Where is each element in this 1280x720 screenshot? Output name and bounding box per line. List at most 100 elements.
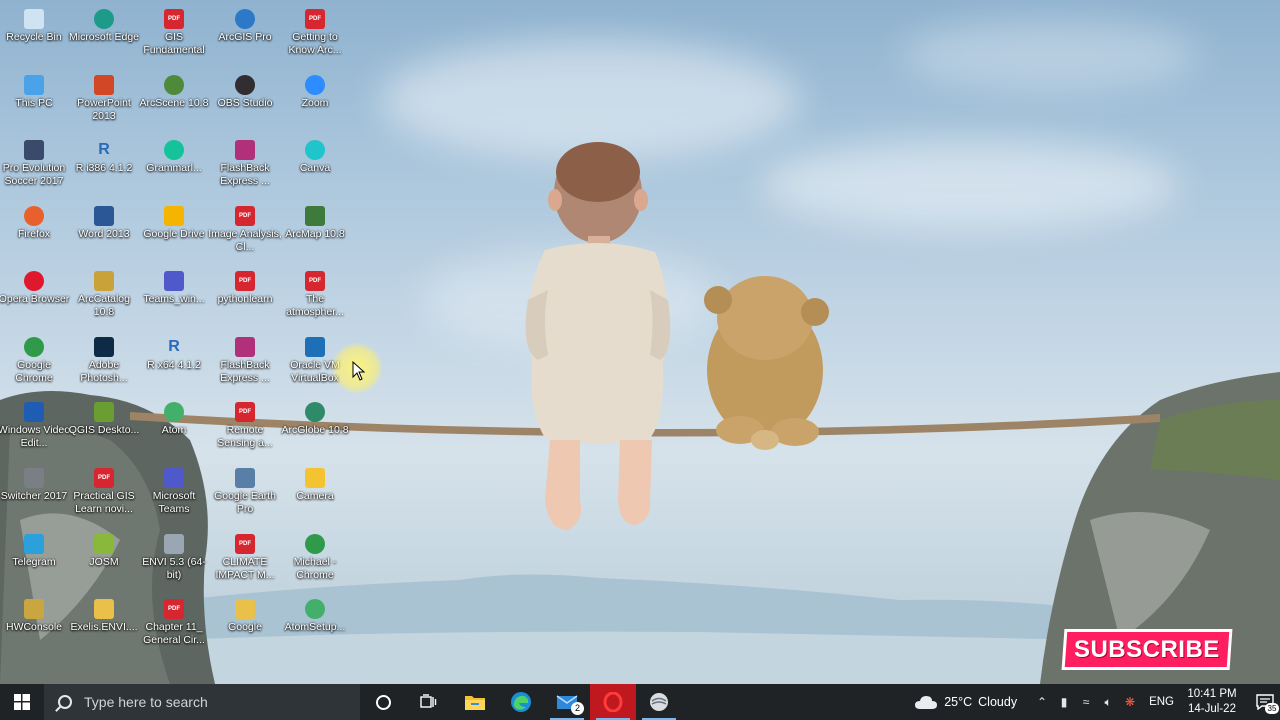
taskbar-opera[interactable]: [590, 684, 636, 720]
desktop-shortcut[interactable]: PDF Practical GIS Learn novi...: [67, 462, 141, 524]
search-icon: [58, 695, 72, 709]
desktop-shortcut[interactable]: Grammarl...: [137, 134, 211, 196]
desktop-shortcut-label: QGIS Deskto...: [68, 424, 140, 436]
desktop-shortcut[interactable]: FlashBack Express ...: [208, 134, 282, 196]
desktop-shortcut[interactable]: Adobe Photosh...: [67, 331, 141, 393]
mouse-cursor-icon: [352, 361, 366, 381]
wifi-icon[interactable]: ≈: [1075, 695, 1097, 709]
battery-icon[interactable]: ▮: [1053, 695, 1075, 709]
desktop-shortcut[interactable]: Michael - Chrome: [278, 528, 352, 590]
desktop-shortcut[interactable]: Word 2013: [67, 200, 141, 262]
desktop-shortcut[interactable]: PDF pythonlearn: [208, 265, 282, 327]
app-tray-icon[interactable]: ❋: [1119, 695, 1141, 709]
desktop-shortcut[interactable]: PDF Image Analysis, Cl...: [208, 200, 282, 262]
desktop-shortcut[interactable]: PDF Remote Sensing a...: [208, 396, 282, 458]
desktop-shortcut-label: ArcGlobe 10.8: [281, 424, 349, 436]
desktop-shortcut[interactable]: R R i386 4.1.2: [67, 134, 141, 196]
atom-icon: [305, 599, 325, 619]
desktop-shortcut[interactable]: Firefox: [0, 200, 71, 262]
taskbar-arcgis-pro[interactable]: [636, 684, 682, 720]
desktop-shortcut[interactable]: PDF Getting to Know Arc...: [278, 3, 352, 65]
desktop-shortcut[interactable]: Microsoft Teams: [137, 462, 211, 524]
language-indicator[interactable]: ENG: [1149, 696, 1174, 708]
desktop-shortcut[interactable]: JOSM: [67, 528, 141, 590]
r-icon: R: [98, 141, 110, 158]
chevron-up-icon[interactable]: ⌃: [1031, 695, 1053, 709]
weather-temperature: 25°C: [944, 695, 973, 709]
cortana-button[interactable]: [360, 684, 406, 720]
desktop-shortcut[interactable]: ArcCatalog 10.8: [67, 265, 141, 327]
search-placeholder: Type here to search: [84, 694, 208, 710]
desktop-shortcut[interactable]: HWConsole: [0, 593, 71, 655]
subscribe-button[interactable]: SUBSCRIBE: [1061, 629, 1233, 670]
atom-icon: [164, 402, 184, 422]
clock[interactable]: 10:41 PM 14-Jul-22: [1182, 687, 1242, 717]
recycle-bin-icon: [24, 9, 44, 29]
taskbar-file-explorer[interactable]: [452, 684, 498, 720]
start-button[interactable]: [0, 684, 44, 720]
telegram-icon: [24, 534, 44, 554]
canva-icon: [305, 140, 325, 160]
desktop-shortcut[interactable]: R R x64 4.1.2: [137, 331, 211, 393]
desktop-shortcut-label: Word 2013: [78, 228, 130, 240]
desktop-shortcut[interactable]: Exelis.ENVI....: [67, 593, 141, 655]
desktop-shortcut-label: Zoom: [301, 97, 329, 109]
desktop-shortcut-label: ArcGIS Pro: [218, 31, 272, 43]
switcher-icon: [24, 468, 44, 488]
desktop-shortcut[interactable]: Google Drive: [137, 200, 211, 262]
desktop-shortcut[interactable]: QGIS Deskto...: [67, 396, 141, 458]
desktop-shortcut-label: PowerPoint 2013: [77, 97, 131, 122]
desktop-shortcut[interactable]: Microsoft Edge: [67, 3, 141, 65]
desktop-shortcut-label: GIS Fundamental: [143, 31, 205, 56]
desktop-shortcut[interactable]: Atom: [137, 396, 211, 458]
taskbar-mail[interactable]: 2: [544, 684, 590, 720]
opera-icon: [24, 271, 44, 291]
desktop-shortcut-label: Firefox: [17, 228, 51, 240]
desktop-shortcut[interactable]: This PC: [0, 69, 71, 131]
desktop-shortcut[interactable]: PDF The atmospher...: [278, 265, 352, 327]
taskbar-search-box[interactable]: Type here to search: [44, 684, 360, 720]
desktop-shortcut[interactable]: ArcMap 10.8: [278, 200, 352, 262]
pdf-icon: PDF: [235, 402, 255, 422]
desktop-shortcut[interactable]: Windows Video Edit...: [0, 396, 71, 458]
desktop-shortcut[interactable]: OBS Studio: [208, 69, 282, 131]
flashback-icon: [235, 140, 255, 160]
desktop-shortcut-label: Microsoft Edge: [68, 31, 140, 43]
desktop-shortcut[interactable]: PowerPoint 2013: [67, 69, 141, 131]
task-view-icon: [420, 694, 437, 708]
desktop-shortcut-label: R x64 4.1.2: [147, 359, 201, 371]
desktop-shortcut[interactable]: PDF Chapter 11_ General Cir...: [137, 593, 211, 655]
desktop-shortcut[interactable]: Google Chrome: [0, 331, 71, 393]
console-icon: [24, 599, 44, 619]
task-view-button[interactable]: [406, 684, 452, 720]
weather-widget[interactable]: 25°C Cloudy: [914, 694, 1017, 710]
desktop-shortcut[interactable]: Camera: [278, 462, 352, 524]
desktop-shortcut[interactable]: Recycle Bin: [0, 3, 71, 65]
desktop-shortcut[interactable]: AtomSetup...: [278, 593, 352, 655]
desktop-shortcut[interactable]: Switcher 2017: [0, 462, 71, 524]
desktop-shortcut[interactable]: PDF CLIMATE IMPACT M...: [208, 528, 282, 590]
desktop-shortcut[interactable]: Telegram: [0, 528, 71, 590]
desktop-shortcut[interactable]: Pro Evolution Soccer 2017: [0, 134, 71, 196]
speaker-icon[interactable]: 🔈︎: [1097, 695, 1119, 710]
desktop-shortcut[interactable]: ArcGlobe 10.8: [278, 396, 352, 458]
desktop-shortcut[interactable]: Google Earth Pro: [208, 462, 282, 524]
desktop-shortcut[interactable]: ENVI 5.3 (64-bit): [137, 528, 211, 590]
desktop-shortcut[interactable]: ArcGIS Pro: [208, 3, 282, 65]
desktop-shortcut[interactable]: Opera Browser: [0, 265, 71, 327]
taskbar-edge[interactable]: [498, 684, 544, 720]
desktop-shortcut[interactable]: ArcScene 10.8: [137, 69, 211, 131]
desktop-shortcut[interactable]: PDF GIS Fundamental: [137, 3, 211, 65]
edge-icon: [511, 692, 531, 712]
desktop-shortcut-label: Opera Browser: [0, 293, 70, 305]
desktop-shortcut[interactable]: Zoom: [278, 69, 352, 131]
desktop-shortcut[interactable]: Canva: [278, 134, 352, 196]
desktop-shortcut[interactable]: FlashBack Express ...: [208, 331, 282, 393]
desktop-shortcut[interactable]: Google: [208, 593, 282, 655]
taskbar: Type here to search 2 25°C Cloudy ⌃ ▮ ≈ …: [0, 684, 1280, 720]
notification-center-button[interactable]: 35: [1250, 684, 1280, 720]
desktop-shortcut-label: FlashBack Express ...: [220, 162, 270, 187]
desktop-shortcut-label: pythonlearn: [217, 293, 273, 305]
desktop-shortcut-label: Windows Video Edit...: [0, 424, 71, 449]
desktop-shortcut[interactable]: Teams_win...: [137, 265, 211, 327]
